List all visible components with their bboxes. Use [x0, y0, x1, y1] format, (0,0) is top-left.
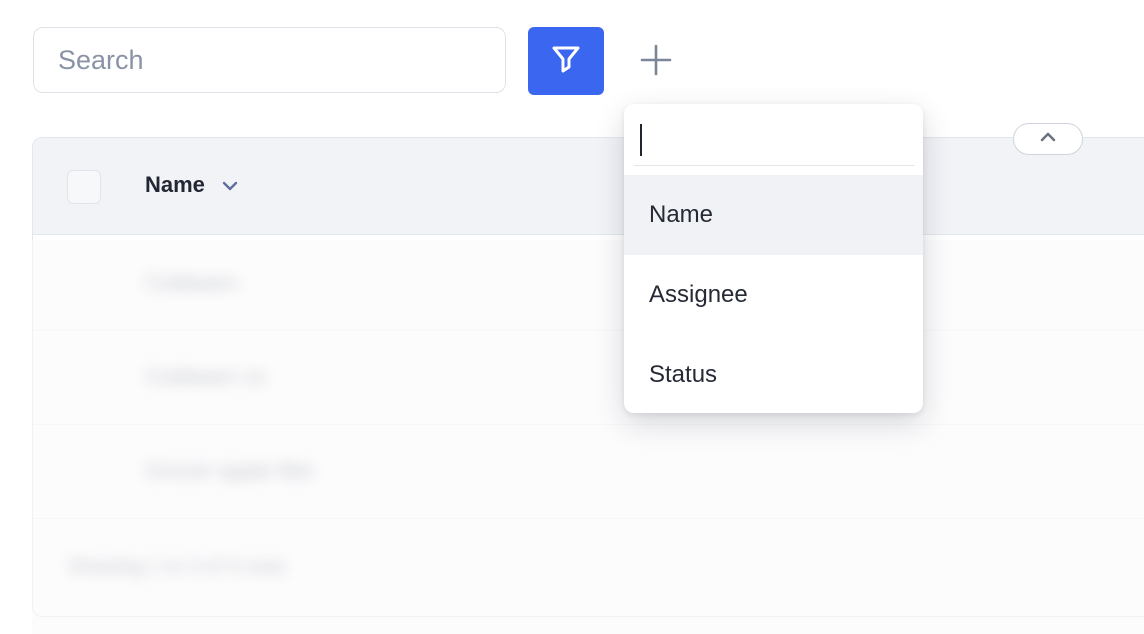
table-footer-text: Showing 1 to 3 of 3 rows [67, 556, 287, 578]
table-row[interactable]: Coldwarn xx [33, 330, 1144, 425]
select-all-checkbox[interactable] [67, 170, 101, 204]
table-header: Name [33, 138, 1144, 235]
filter-button[interactable] [528, 27, 604, 95]
add-filter-button[interactable] [630, 38, 682, 86]
column-header-label: Name [145, 172, 205, 197]
dropdown-item-label: Name [649, 201, 714, 228]
search-input[interactable] [33, 27, 506, 93]
column-picker-dropdown: Name Assignee Status [624, 104, 923, 413]
table-cell-name: Coldwarn [145, 270, 238, 295]
table-cell-name: Coldwarn xx [145, 364, 267, 389]
dropdown-item-label: Assignee [649, 281, 748, 308]
dropdown-item-name[interactable]: Name [624, 175, 923, 255]
page: Name Coldwarn Coldwarn xx Grocer apple f… [0, 0, 1144, 634]
dropdown-item-assignee[interactable]: Assignee [624, 255, 923, 335]
chevron-down-icon[interactable] [221, 172, 239, 198]
table-row[interactable]: Coldwarn [33, 236, 1144, 331]
data-table: Name Coldwarn Coldwarn xx Grocer apple f… [32, 137, 1144, 617]
dropdown-item-status[interactable]: Status [624, 335, 923, 413]
text-cursor [640, 124, 642, 156]
dropdown-search-input[interactable] [634, 116, 915, 166]
collapse-button[interactable] [1013, 123, 1083, 155]
table-body: Coldwarn Coldwarn xx Grocer apple fiter … [33, 236, 1144, 616]
column-header-name[interactable]: Name [145, 172, 239, 198]
funnel-icon [551, 44, 581, 79]
dropdown-item-label: Status [649, 361, 718, 388]
table-row[interactable]: Grocer apple fiter [33, 424, 1144, 519]
table-cell-name: Grocer apple fiter [145, 458, 315, 483]
plus-icon [639, 43, 673, 82]
chevron-up-icon [1038, 130, 1058, 148]
